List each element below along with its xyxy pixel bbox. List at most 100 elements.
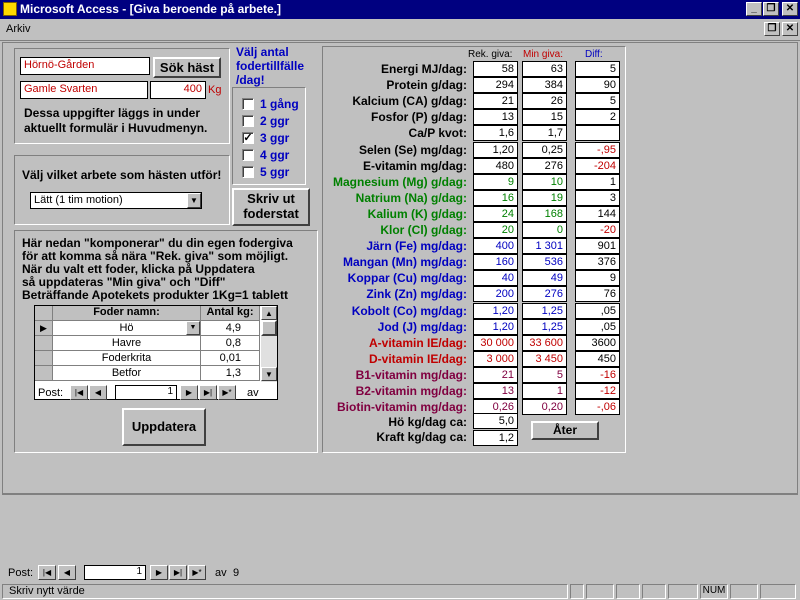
- feed-name-cell[interactable]: Foderkrita: [53, 351, 201, 366]
- rek-value[interactable]: 294: [473, 77, 518, 94]
- form-record-input[interactable]: 1: [84, 565, 146, 580]
- feedings-checkbox[interactable]: [242, 166, 254, 178]
- min-value[interactable]: 1,7: [522, 125, 567, 142]
- form-prev-icon[interactable]: ◀: [58, 565, 76, 580]
- min-value[interactable]: 384: [522, 77, 567, 94]
- diff-value[interactable]: 2: [575, 109, 620, 126]
- back-button[interactable]: Åter: [531, 421, 599, 440]
- restore-icon[interactable]: ❐: [763, 2, 779, 16]
- diff-value[interactable]: 3: [575, 189, 620, 206]
- print-button[interactable]: Skriv ut foderstat: [232, 188, 310, 226]
- diff-value[interactable]: 1: [575, 173, 620, 190]
- feedings-checkbox[interactable]: ✓: [242, 132, 254, 144]
- row-selector[interactable]: [35, 366, 53, 381]
- min-value[interactable]: 33 600: [522, 334, 567, 351]
- min-value[interactable]: 10: [522, 173, 567, 190]
- diff-value[interactable]: 5: [575, 61, 620, 77]
- feedings-checkbox[interactable]: [242, 115, 254, 127]
- diff-value[interactable]: -,95: [575, 141, 620, 158]
- rek-value[interactable]: 1,6: [473, 125, 518, 142]
- min-value[interactable]: 49: [522, 270, 567, 287]
- scroll-thumb[interactable]: [261, 320, 277, 336]
- diff-value[interactable]: 376: [575, 254, 620, 271]
- access-key-icon[interactable]: [3, 2, 17, 16]
- form-next-icon[interactable]: ▶: [150, 565, 168, 580]
- row-selector[interactable]: [35, 336, 53, 351]
- minimize-icon[interactable]: _: [746, 2, 762, 16]
- rek-value[interactable]: 200: [473, 286, 518, 303]
- rek-value[interactable]: 480: [473, 157, 518, 174]
- feed-amount-cell[interactable]: 0,8: [201, 336, 260, 351]
- form-last-icon[interactable]: ▶|: [169, 565, 187, 580]
- row-selector[interactable]: ▶: [35, 321, 53, 336]
- prev-record-icon[interactable]: ◀: [89, 385, 107, 400]
- doc-close-icon[interactable]: ✕: [782, 22, 798, 36]
- diff-value[interactable]: -20: [575, 222, 620, 238]
- rek-value[interactable]: 1,20: [473, 141, 518, 158]
- next-record-icon[interactable]: ▶: [180, 385, 198, 400]
- min-value[interactable]: 0,20: [522, 399, 567, 416]
- diff-value[interactable]: 901: [575, 238, 620, 255]
- grid-record-input[interactable]: 1: [115, 385, 177, 400]
- min-value[interactable]: 5: [522, 366, 567, 383]
- min-value[interactable]: 276: [522, 286, 567, 303]
- rek-value[interactable]: 21: [473, 93, 518, 110]
- rek-value[interactable]: 160: [473, 254, 518, 271]
- feedings-checkbox[interactable]: [242, 98, 254, 110]
- work-select[interactable]: Lätt (1 tim motion): [30, 192, 202, 209]
- scroll-up-icon[interactable]: ▲: [261, 306, 277, 320]
- rek-value[interactable]: 16: [473, 189, 518, 206]
- menu-arkiv[interactable]: Arkiv: [6, 23, 30, 35]
- row-selector[interactable]: [35, 351, 53, 366]
- feedings-checkbox[interactable]: [242, 149, 254, 161]
- rek-value[interactable]: 1,20: [473, 318, 518, 335]
- min-value[interactable]: 19: [522, 189, 567, 206]
- scroll-down-icon[interactable]: ▼: [261, 367, 277, 381]
- feed-dropdown-icon[interactable]: ▼: [186, 321, 200, 335]
- close-icon[interactable]: ✕: [782, 2, 798, 16]
- diff-value[interactable]: -204: [575, 157, 620, 174]
- rek-value[interactable]: 30 000: [473, 334, 518, 351]
- diff-value[interactable]: 3600: [575, 334, 620, 351]
- diff-value[interactable]: 144: [575, 205, 620, 222]
- min-value[interactable]: 168: [522, 205, 567, 222]
- rek-value[interactable]: 3 000: [473, 350, 518, 367]
- feed-amount-cell[interactable]: 0,01: [201, 351, 260, 366]
- feed-name-cell[interactable]: Havre: [53, 336, 201, 351]
- stable-field[interactable]: Hörnö-Gården: [20, 57, 150, 75]
- min-value[interactable]: 26: [522, 93, 567, 110]
- rek-value[interactable]: 58: [473, 61, 518, 77]
- min-value[interactable]: 3 450: [522, 350, 567, 367]
- diff-value[interactable]: ,05: [575, 302, 620, 319]
- rek-value[interactable]: 21: [473, 366, 518, 383]
- update-button[interactable]: Uppdatera: [122, 408, 206, 446]
- rek-value[interactable]: 13: [473, 383, 518, 399]
- diff-value[interactable]: 5: [575, 93, 620, 110]
- chevron-down-icon[interactable]: ▼: [187, 193, 201, 208]
- feed-amount-cell[interactable]: 1,3: [201, 366, 260, 381]
- feed-amount-cell[interactable]: 4,9: [201, 321, 260, 336]
- diff-value[interactable]: ,05: [575, 318, 620, 335]
- min-value[interactable]: 1 301: [522, 238, 567, 255]
- rek-value[interactable]: 9: [473, 173, 518, 190]
- min-value[interactable]: 63: [522, 61, 567, 77]
- diff-value[interactable]: -,06: [575, 399, 620, 416]
- min-value[interactable]: 0: [522, 222, 567, 238]
- doc-restore-icon[interactable]: ❐: [764, 22, 780, 36]
- kraft-value[interactable]: 1,2: [473, 430, 518, 446]
- diff-value[interactable]: 76: [575, 286, 620, 303]
- rek-value[interactable]: 20: [473, 222, 518, 238]
- first-record-icon[interactable]: |◀: [70, 385, 88, 400]
- rek-value[interactable]: 40: [473, 270, 518, 287]
- diff-value[interactable]: -12: [575, 383, 620, 399]
- min-value[interactable]: 0,25: [522, 141, 567, 158]
- min-value[interactable]: 1,25: [522, 302, 567, 319]
- form-first-icon[interactable]: |◀: [38, 565, 56, 580]
- form-new-icon[interactable]: ▶*: [188, 565, 206, 580]
- rek-value[interactable]: 13: [473, 109, 518, 126]
- rek-value[interactable]: 400: [473, 238, 518, 255]
- new-record-icon[interactable]: ▶*: [218, 385, 236, 400]
- rek-value[interactable]: 24: [473, 205, 518, 222]
- min-value[interactable]: 1,25: [522, 318, 567, 335]
- last-record-icon[interactable]: ▶|: [199, 385, 217, 400]
